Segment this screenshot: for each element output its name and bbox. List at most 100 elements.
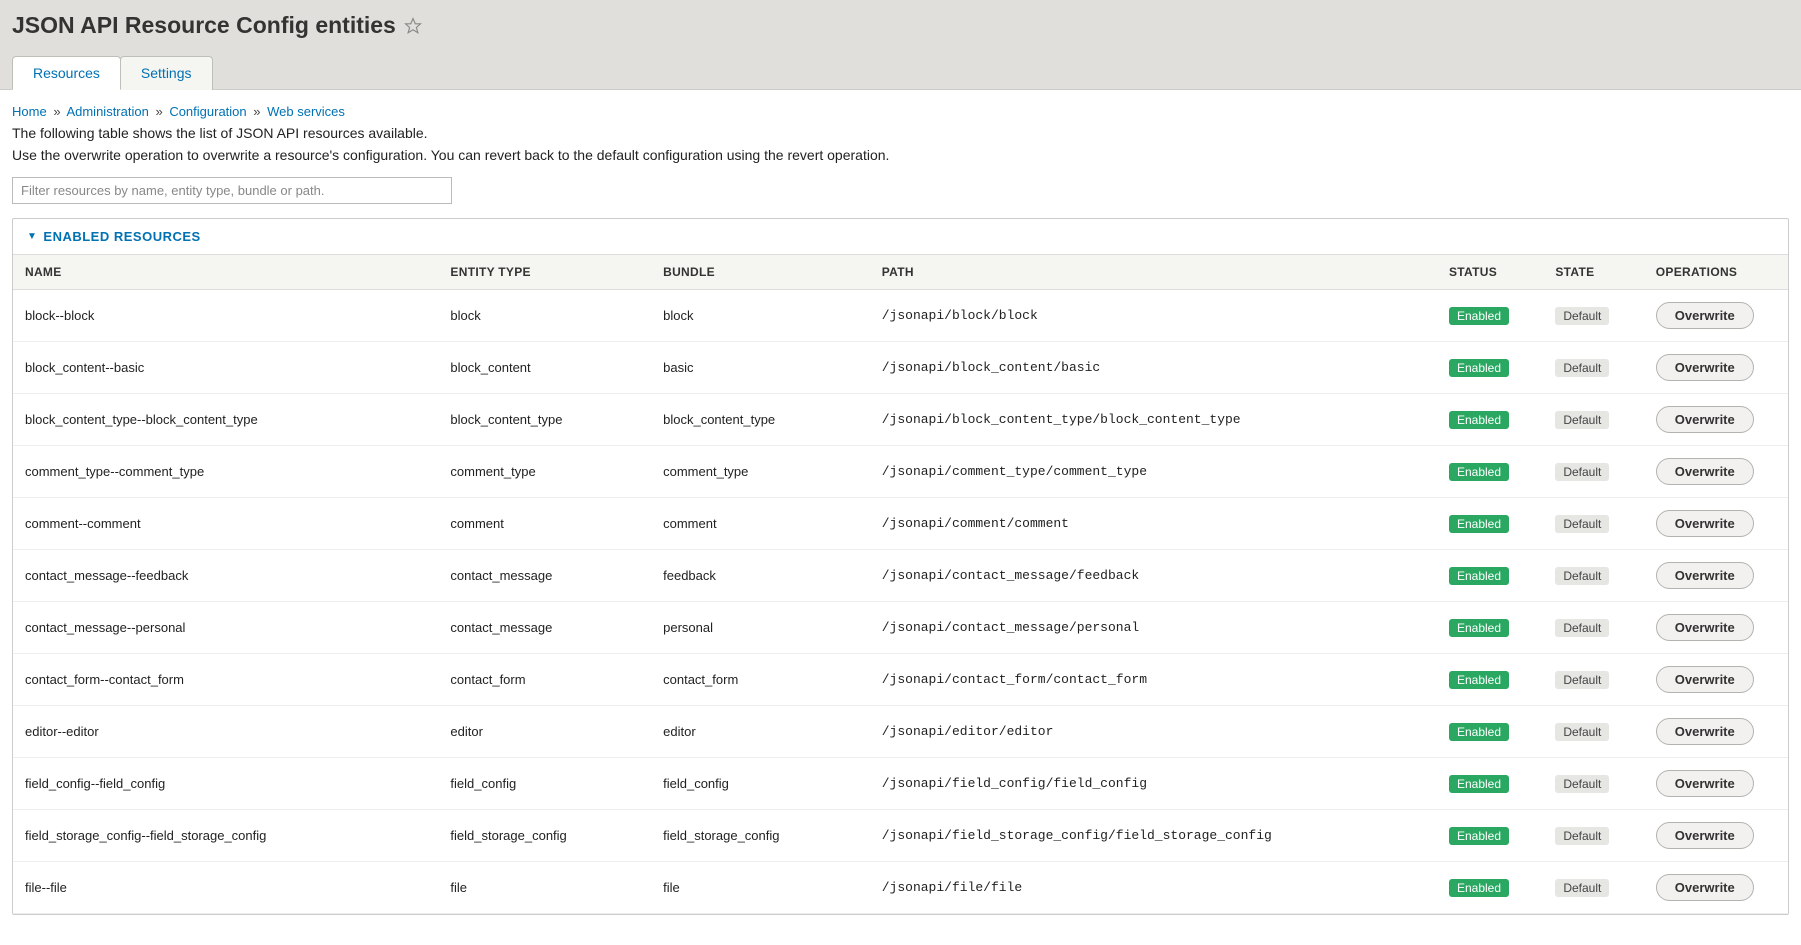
cell-entity-type: block_content xyxy=(438,342,651,394)
overwrite-button[interactable]: Overwrite xyxy=(1656,614,1754,641)
cell-status: Enabled xyxy=(1437,810,1543,862)
col-name: NAME xyxy=(13,255,438,290)
status-badge: Enabled xyxy=(1449,463,1509,481)
cell-entity-type: contact_message xyxy=(438,550,651,602)
fieldset-legend-text: ENABLED RESOURCES xyxy=(43,229,200,244)
description-line-2: Use the overwrite operation to overwrite… xyxy=(12,147,1789,163)
tab-settings[interactable]: Settings xyxy=(120,56,213,90)
cell-status: Enabled xyxy=(1437,446,1543,498)
overwrite-button[interactable]: Overwrite xyxy=(1656,718,1754,745)
cell-bundle: feedback xyxy=(651,550,870,602)
cell-name: field_storage_config--field_storage_conf… xyxy=(13,810,438,862)
cell-state: Default xyxy=(1543,862,1643,914)
cell-state: Default xyxy=(1543,758,1643,810)
overwrite-button[interactable]: Overwrite xyxy=(1656,562,1754,589)
col-state: STATE xyxy=(1543,255,1643,290)
overwrite-button[interactable]: Overwrite xyxy=(1656,874,1754,901)
col-path: PATH xyxy=(870,255,1437,290)
cell-path: /jsonapi/contact_form/contact_form xyxy=(870,654,1437,706)
status-badge: Enabled xyxy=(1449,775,1509,793)
page-header: JSON API Resource Config entities Resour… xyxy=(0,0,1801,90)
breadcrumb-configuration[interactable]: Configuration xyxy=(169,104,246,119)
resources-table: NAME ENTITY TYPE BUNDLE PATH STATUS STAT… xyxy=(13,254,1788,914)
breadcrumb-sep: » xyxy=(53,104,60,119)
overwrite-button[interactable]: Overwrite xyxy=(1656,666,1754,693)
breadcrumb-sep: » xyxy=(253,104,260,119)
state-badge: Default xyxy=(1555,723,1609,741)
cell-operations: Overwrite xyxy=(1644,654,1788,706)
overwrite-button[interactable]: Overwrite xyxy=(1656,458,1754,485)
cell-path: /jsonapi/contact_message/feedback xyxy=(870,550,1437,602)
cell-operations: Overwrite xyxy=(1644,498,1788,550)
cell-state: Default xyxy=(1543,394,1643,446)
enabled-resources-fieldset: ▼ ENABLED RESOURCES NAME ENTITY TYPE BUN… xyxy=(12,218,1789,915)
fieldset-legend[interactable]: ▼ ENABLED RESOURCES xyxy=(13,219,1788,254)
overwrite-button[interactable]: Overwrite xyxy=(1656,770,1754,797)
cell-entity-type: contact_message xyxy=(438,602,651,654)
cell-name: contact_message--feedback xyxy=(13,550,438,602)
breadcrumb-sep: » xyxy=(155,104,162,119)
star-icon[interactable] xyxy=(404,17,422,35)
table-row: editor--editoreditoreditor/jsonapi/edito… xyxy=(13,706,1788,758)
cell-operations: Overwrite xyxy=(1644,550,1788,602)
cell-entity-type: block_content_type xyxy=(438,394,651,446)
cell-operations: Overwrite xyxy=(1644,810,1788,862)
breadcrumb-administration[interactable]: Administration xyxy=(66,104,148,119)
state-badge: Default xyxy=(1555,411,1609,429)
status-badge: Enabled xyxy=(1449,307,1509,325)
cell-status: Enabled xyxy=(1437,550,1543,602)
breadcrumb-web-services[interactable]: Web services xyxy=(267,104,345,119)
cell-name: comment--comment xyxy=(13,498,438,550)
overwrite-button[interactable]: Overwrite xyxy=(1656,406,1754,433)
cell-operations: Overwrite xyxy=(1644,602,1788,654)
cell-operations: Overwrite xyxy=(1644,758,1788,810)
cell-status: Enabled xyxy=(1437,654,1543,706)
cell-operations: Overwrite xyxy=(1644,342,1788,394)
cell-name: contact_form--contact_form xyxy=(13,654,438,706)
overwrite-button[interactable]: Overwrite xyxy=(1656,822,1754,849)
cell-name: editor--editor xyxy=(13,706,438,758)
overwrite-button[interactable]: Overwrite xyxy=(1656,354,1754,381)
tab-resources[interactable]: Resources xyxy=(12,56,121,90)
cell-operations: Overwrite xyxy=(1644,394,1788,446)
cell-entity-type: block xyxy=(438,290,651,342)
cell-entity-type: field_storage_config xyxy=(438,810,651,862)
cell-status: Enabled xyxy=(1437,290,1543,342)
cell-bundle: comment xyxy=(651,498,870,550)
cell-path: /jsonapi/comment/comment xyxy=(870,498,1437,550)
state-badge: Default xyxy=(1555,463,1609,481)
cell-bundle: contact_form xyxy=(651,654,870,706)
overwrite-button[interactable]: Overwrite xyxy=(1656,510,1754,537)
cell-entity-type: editor xyxy=(438,706,651,758)
cell-state: Default xyxy=(1543,290,1643,342)
cell-operations: Overwrite xyxy=(1644,446,1788,498)
status-badge: Enabled xyxy=(1449,671,1509,689)
cell-state: Default xyxy=(1543,498,1643,550)
col-operations: OPERATIONS xyxy=(1644,255,1788,290)
cell-bundle: editor xyxy=(651,706,870,758)
table-row: comment_type--comment_typecomment_typeco… xyxy=(13,446,1788,498)
cell-operations: Overwrite xyxy=(1644,290,1788,342)
status-badge: Enabled xyxy=(1449,723,1509,741)
breadcrumb: Home » Administration » Configuration » … xyxy=(12,104,1789,119)
col-bundle: BUNDLE xyxy=(651,255,870,290)
cell-name: contact_message--personal xyxy=(13,602,438,654)
cell-state: Default xyxy=(1543,602,1643,654)
tabs: Resources Settings xyxy=(12,56,1789,90)
status-badge: Enabled xyxy=(1449,567,1509,585)
breadcrumb-home[interactable]: Home xyxy=(12,104,47,119)
cell-status: Enabled xyxy=(1437,706,1543,758)
status-badge: Enabled xyxy=(1449,411,1509,429)
table-row: contact_message--personalcontact_message… xyxy=(13,602,1788,654)
overwrite-button[interactable]: Overwrite xyxy=(1656,302,1754,329)
table-header-row: NAME ENTITY TYPE BUNDLE PATH STATUS STAT… xyxy=(13,255,1788,290)
cell-name: field_config--field_config xyxy=(13,758,438,810)
table-row: comment--commentcommentcomment/jsonapi/c… xyxy=(13,498,1788,550)
cell-state: Default xyxy=(1543,342,1643,394)
cell-bundle: file xyxy=(651,862,870,914)
cell-bundle: personal xyxy=(651,602,870,654)
cell-path: /jsonapi/file/file xyxy=(870,862,1437,914)
cell-status: Enabled xyxy=(1437,862,1543,914)
filter-input[interactable] xyxy=(12,177,452,204)
table-row: block_content--basicblock_contentbasic/j… xyxy=(13,342,1788,394)
